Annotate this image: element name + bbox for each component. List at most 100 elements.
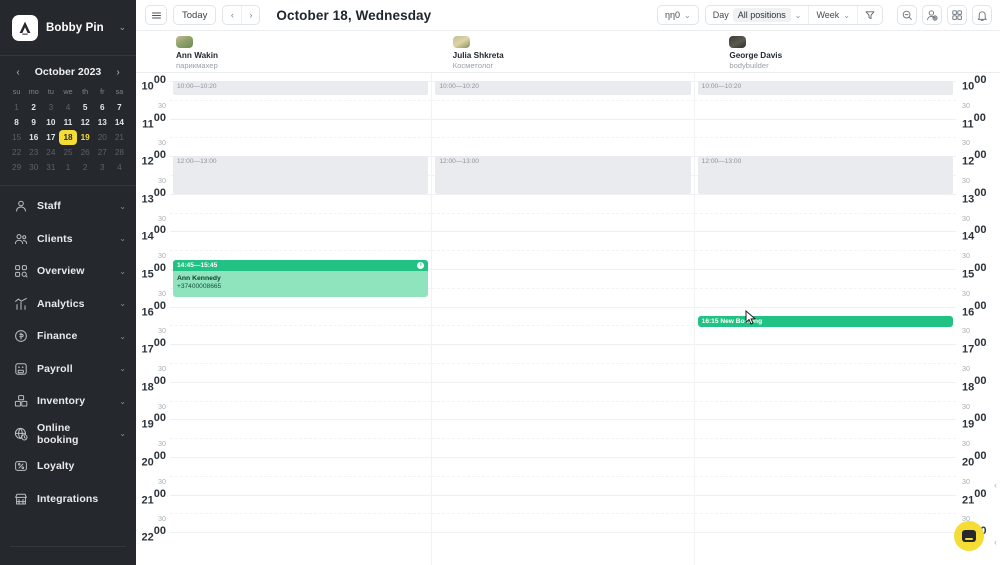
hour-value: 19 (141, 418, 154, 431)
bell-icon[interactable] (972, 5, 992, 25)
staff-column-header[interactable]: George Davis bodybuilder (723, 31, 1000, 72)
branch-selector[interactable]: ηη0 ⌄ (656, 5, 699, 25)
chat-bubble-shape (962, 530, 976, 542)
prev-day-button[interactable]: ‹ (223, 6, 241, 24)
calendar-day[interactable]: 16 (25, 130, 42, 145)
grid-line-hour (432, 494, 694, 496)
calendar-day[interactable]: 6 (94, 100, 111, 115)
blocked-time-slot[interactable]: 12:00—13:00 (173, 156, 429, 194)
staff-column[interactable]: 10:00—10:20 12:00—13:00 (431, 73, 694, 565)
chevron-down-icon[interactable]: ⌄ (119, 332, 126, 341)
chevron-down-icon[interactable]: ⌄ (119, 397, 126, 406)
blocked-time-slot[interactable]: 10:00—10:20 (435, 81, 691, 95)
staff-column[interactable]: 10:00—10:20 12:00—13:00 16:15 New Booking (693, 73, 956, 565)
calendar-day[interactable]: 19 (77, 130, 94, 145)
blocked-time-slot[interactable]: 12:00—13:00 (697, 156, 953, 194)
blocked-time-slot[interactable]: 10:00—10:20 (697, 81, 953, 95)
chevron-down-icon[interactable]: ⌄ (119, 429, 126, 438)
sidebar-item-integrations[interactable]: Integrations (0, 483, 136, 516)
calendar-day[interactable]: 1 (8, 100, 25, 115)
half-hour-value: 30 (962, 100, 970, 110)
today-button[interactable]: Today (173, 5, 217, 25)
calendar-day-selected[interactable]: 18 (59, 130, 77, 145)
calendar-day[interactable]: 21 (111, 130, 128, 145)
sidebar-item-analytics[interactable]: Analytics ⌄ (0, 288, 136, 321)
expand-panel-chevron-icon[interactable]: ‹ (994, 537, 997, 547)
calendar-day[interactable]: 4 (59, 100, 76, 115)
calendar-day[interactable]: 26 (77, 145, 94, 160)
add-user-icon[interactable] (922, 5, 942, 25)
sidebar-item-online-booking[interactable]: Online booking ⌄ (0, 418, 136, 451)
time-label-half: 30 (136, 208, 166, 226)
time-label-hour: 1800 (962, 375, 1000, 395)
brand-switcher[interactable]: Bobby Pin ⌄ (0, 0, 136, 56)
calendar-day[interactable]: 28 (111, 145, 128, 160)
sidebar-item-clients[interactable]: Clients ⌄ (0, 223, 136, 256)
chevron-down-icon[interactable]: ⌄ (119, 202, 126, 211)
half-hour-value: 30 (158, 251, 166, 261)
time-label-hour: 1600 (962, 300, 1000, 320)
next-day-button[interactable]: › (241, 6, 259, 24)
sidebar-item-overview[interactable]: Overview ⌄ (0, 255, 136, 288)
calendar-day[interactable]: 4 (111, 160, 128, 175)
grid-line-hour (694, 419, 956, 421)
chevron-down-icon[interactable]: ⌄ (119, 267, 126, 276)
staff-column[interactable]: 10:00—10:20 12:00—13:00 14:45—15:45 i Ann Ke… (170, 73, 432, 565)
new-booking-card[interactable]: 16:15 New Booking (697, 316, 953, 327)
calendar-day[interactable]: 24 (42, 145, 59, 160)
calendar-day[interactable]: 23 (25, 145, 42, 160)
calendar-day[interactable]: 17 (42, 130, 59, 145)
calendar-day[interactable]: 29 (8, 160, 25, 175)
chat-widget-icon[interactable] (954, 521, 984, 551)
calendar-day[interactable]: 30 (25, 160, 42, 175)
calendar-day[interactable]: 25 (59, 145, 76, 160)
chevron-down-icon[interactable]: ⌄ (119, 234, 126, 243)
calendar-day[interactable]: 31 (42, 160, 59, 175)
calendar-day[interactable]: 8 (8, 115, 25, 130)
calendar-day[interactable]: 15 (8, 130, 25, 145)
calendar-day[interactable]: 2 (77, 160, 94, 175)
calendar-day[interactable]: 12 (77, 115, 94, 130)
apps-grid-icon[interactable] (947, 5, 967, 25)
sidebar-item-finance[interactable]: Finance ⌄ (0, 320, 136, 353)
info-dot-icon[interactable]: i (417, 261, 425, 269)
calendar-day[interactable]: 3 (94, 160, 111, 175)
view-day-toggle[interactable]: Day All positions ⌄ (706, 6, 809, 24)
calendar-day[interactable]: 2 (25, 100, 42, 115)
grid-line-hour (432, 193, 694, 195)
staff-column-header[interactable]: Julia Shkreta Косметолог (447, 31, 724, 72)
calendar-day[interactable]: 5 (77, 100, 94, 115)
time-label-half: 30 (136, 471, 166, 489)
sidebar-item-loyalty[interactable]: Loyalty (0, 450, 136, 483)
blocked-time-slot[interactable]: 10:00—10:20 (173, 81, 429, 95)
calendar-day[interactable]: 7 (111, 100, 128, 115)
search-icon[interactable] (897, 5, 917, 25)
collapse-panel-chevron-icon[interactable]: ‹ (994, 480, 997, 490)
calendar-day[interactable]: 1 (59, 160, 76, 175)
hour-suffix: 00 (153, 412, 166, 425)
calendar-day[interactable]: 10 (42, 115, 59, 130)
sidebar-item-payroll[interactable]: Payroll ⌄ (0, 353, 136, 386)
chevron-right-icon[interactable]: › (112, 67, 124, 78)
calendar-day[interactable]: 11 (59, 115, 76, 130)
blocked-time-slot[interactable]: 12:00—13:00 (435, 156, 691, 194)
funnel-icon[interactable] (857, 6, 882, 24)
sidebar-item-staff[interactable]: Staff ⌄ (0, 190, 136, 223)
calendar-day[interactable]: 22 (8, 145, 25, 160)
half-hour-value: 30 (158, 326, 166, 336)
calendar-day[interactable]: 3 (42, 100, 59, 115)
calendar-day[interactable]: 13 (94, 115, 111, 130)
staff-column-header[interactable]: Ann Wakin парикмахер (170, 31, 447, 72)
calendar-day[interactable]: 9 (25, 115, 42, 130)
appointment-card[interactable]: 14:45—15:45 i Ann Kennedy +37400008665 (173, 259, 429, 298)
sidebar-item-inventory[interactable]: Inventory ⌄ (0, 385, 136, 418)
calendar-day[interactable]: 14 (111, 115, 128, 130)
chevron-down-icon[interactable]: ⌄ (119, 364, 126, 373)
chevron-left-icon[interactable]: ‹ (12, 67, 24, 78)
chevron-down-icon[interactable]: ⌄ (118, 22, 126, 33)
hamburger-menu-icon[interactable] (145, 5, 167, 25)
calendar-day[interactable]: 27 (94, 145, 111, 160)
period-selector[interactable]: Week ⌄ (808, 6, 857, 24)
calendar-day[interactable]: 20 (94, 130, 111, 145)
chevron-down-icon[interactable]: ⌄ (119, 299, 126, 308)
